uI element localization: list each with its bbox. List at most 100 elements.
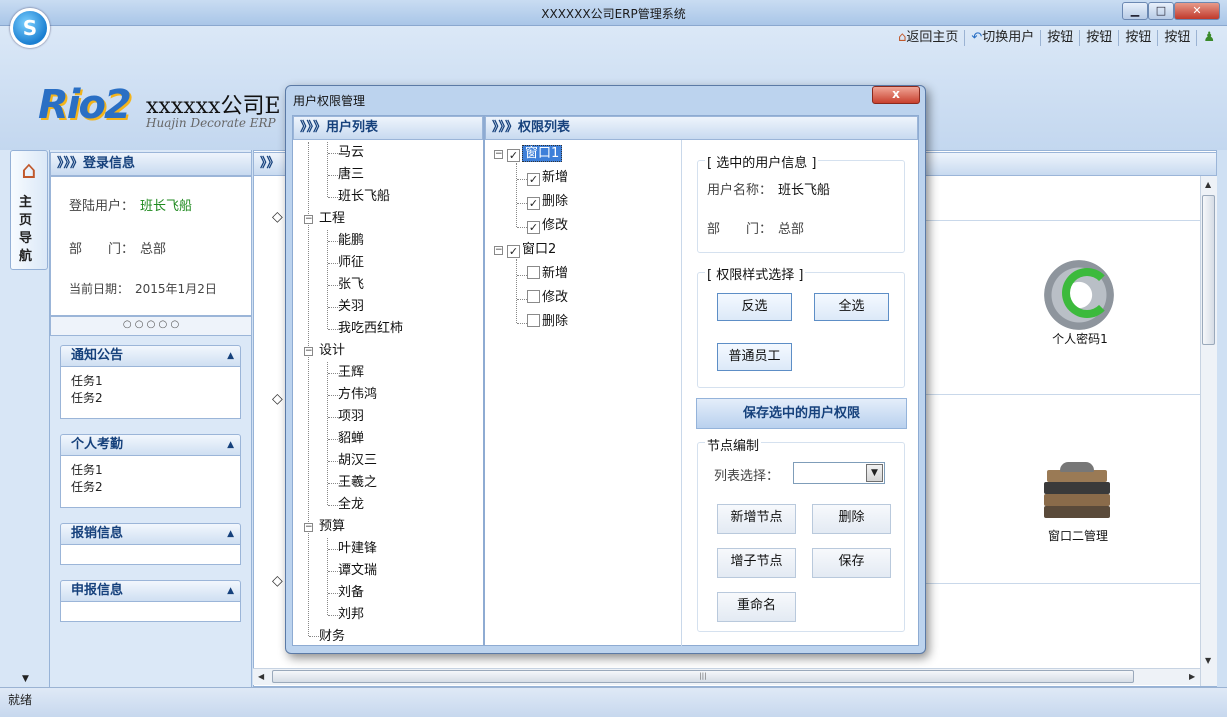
collapse-toggle-icon[interactable]: − bbox=[494, 150, 503, 159]
tree-user-item[interactable]: 师征 bbox=[338, 252, 364, 274]
save-user-permissions-button[interactable]: 保存选中的用户权限 bbox=[696, 398, 907, 429]
tree-user-item[interactable]: 王辉 bbox=[338, 362, 364, 384]
tree-dept-item[interactable]: 设计 bbox=[319, 340, 345, 362]
list-item[interactable]: 任务1 bbox=[71, 373, 230, 390]
collapse-toggle-icon[interactable]: − bbox=[304, 347, 313, 356]
checkbox-unchecked-icon[interactable] bbox=[527, 290, 540, 303]
perm-item[interactable]: 修改 bbox=[527, 287, 568, 309]
toolbar-button-2[interactable]: 按钮 bbox=[1079, 30, 1118, 46]
save-node-button[interactable]: 保存 bbox=[812, 548, 891, 578]
normal-staff-button[interactable]: 普通员工 bbox=[717, 343, 792, 371]
tree-dept-item[interactable]: 财务 bbox=[319, 626, 345, 648]
select-all-button[interactable]: 全选 bbox=[814, 293, 889, 321]
tree-user-item[interactable]: 貂蝉 bbox=[338, 428, 364, 450]
switch-user-button[interactable]: ↶切换用户 bbox=[964, 30, 1040, 46]
tree-user-item[interactable]: 项羽 bbox=[338, 406, 364, 428]
minimize-button[interactable]: ▁ bbox=[1122, 2, 1148, 20]
tree-dept-item[interactable]: 预算 bbox=[319, 516, 345, 538]
tree-user-item[interactable]: 叶建锋 bbox=[338, 538, 377, 560]
checkbox-unchecked-icon[interactable] bbox=[527, 314, 540, 327]
notice-box-header[interactable]: 通知公告 ▲ bbox=[60, 345, 241, 367]
tree-user-item[interactable]: 谭文瑞 bbox=[338, 560, 377, 582]
tree-line bbox=[327, 142, 328, 197]
scroll-down-icon[interactable]: ▼ bbox=[22, 674, 29, 684]
tree-user-item[interactable]: 刘邦 bbox=[338, 604, 364, 626]
title-bar: XXXXXX公司ERP管理系统 bbox=[0, 0, 1227, 26]
checkbox-checked-icon[interactable]: ✓ bbox=[527, 221, 540, 234]
tree-user-item[interactable]: 关羽 bbox=[338, 296, 364, 318]
tree-user-item[interactable]: 我吃西红柿 bbox=[338, 318, 403, 340]
close-window-button[interactable]: ✕ bbox=[1174, 2, 1220, 20]
collapse-icon[interactable]: ▲ bbox=[227, 524, 234, 544]
invert-selection-button[interactable]: 反选 bbox=[717, 293, 792, 321]
rename-node-button[interactable]: 重命名 bbox=[717, 592, 796, 622]
login-dept-row: 部 门： 总部 bbox=[69, 242, 167, 257]
collapse-toggle-icon[interactable]: − bbox=[494, 246, 503, 255]
collapse-icon[interactable]: ▲ bbox=[227, 346, 234, 366]
delete-node-button[interactable]: 删除 bbox=[812, 504, 891, 534]
checkbox-checked-icon[interactable]: ✓ bbox=[507, 149, 520, 162]
tree-user-item[interactable]: 方伟鸿 bbox=[338, 384, 377, 406]
house-icon: ⌂ bbox=[21, 156, 37, 184]
tree-user-item[interactable]: 能鹏 bbox=[338, 230, 364, 252]
collapse-icon[interactable]: ▲ bbox=[227, 435, 234, 455]
tree-user-item[interactable]: 刘备 bbox=[338, 582, 364, 604]
vertical-scroll-thumb[interactable] bbox=[1202, 195, 1215, 345]
checkbox-checked-icon[interactable]: ✓ bbox=[507, 245, 520, 258]
tree-user-item[interactable]: 班长飞船 bbox=[338, 186, 390, 208]
toolbar-button-3[interactable]: 按钮 bbox=[1118, 30, 1157, 46]
horizontal-scroll-thumb[interactable]: ||| bbox=[272, 670, 1134, 683]
checkbox-checked-icon[interactable]: ✓ bbox=[527, 197, 540, 210]
add-node-button[interactable]: 新增节点 bbox=[717, 504, 796, 534]
collapse-icon[interactable]: ▲ bbox=[227, 581, 234, 601]
maximize-button[interactable]: □ bbox=[1148, 2, 1174, 20]
toolbar-button-4[interactable]: 按钮 bbox=[1157, 30, 1196, 46]
list-item[interactable]: 任务1 bbox=[71, 462, 230, 479]
app-logo-icon[interactable]: S bbox=[10, 8, 50, 48]
list-item[interactable]: 任务2 bbox=[71, 479, 230, 496]
scroll-right-icon[interactable]: ▶ bbox=[1189, 672, 1195, 681]
scroll-down-icon[interactable]: ▼ bbox=[1205, 656, 1211, 665]
window2-manage-label[interactable]: 窗口二管理 bbox=[1038, 527, 1118, 544]
toolbar-button-1[interactable]: 按钮 bbox=[1040, 30, 1079, 46]
tree-user-item[interactable]: 王羲之 bbox=[338, 472, 377, 494]
panel-splitter[interactable]: ○ ○ ○ ○ ○ bbox=[50, 316, 252, 336]
selected-user-dept-row: 部 门： 总部 bbox=[707, 222, 805, 237]
add-child-node-button[interactable]: 增子节点 bbox=[717, 548, 796, 578]
perm-item[interactable]: ✓ 删除 bbox=[527, 191, 568, 213]
tree-user-item[interactable]: 张飞 bbox=[338, 274, 364, 296]
chevron-down-icon[interactable]: ▼ bbox=[866, 464, 883, 482]
perm-window-item[interactable]: ✓ 窗口2 bbox=[507, 239, 556, 261]
scroll-left-icon[interactable]: ◀ bbox=[258, 672, 264, 681]
perm-item[interactable]: 删除 bbox=[527, 311, 568, 333]
checkbox-unchecked-icon[interactable] bbox=[527, 266, 540, 279]
personal-password-label[interactable]: 个人密码1 bbox=[1040, 330, 1120, 347]
collapse-toggle-icon[interactable]: − bbox=[304, 215, 313, 224]
list-item[interactable]: 任务2 bbox=[71, 390, 230, 407]
tree-user-item[interactable]: 唐三 bbox=[338, 164, 364, 186]
books-icon[interactable] bbox=[1044, 462, 1114, 522]
dialog-close-button[interactable]: x bbox=[872, 86, 920, 104]
perm-item[interactable]: 新增 bbox=[527, 263, 568, 285]
tree-user-item[interactable]: 胡汉三 bbox=[338, 450, 377, 472]
reimbursement-box-header[interactable]: 报销信息 ▲ bbox=[60, 523, 241, 545]
perm-item[interactable]: ✓ 新增 bbox=[527, 167, 568, 189]
declaration-box-header[interactable]: 申报信息 ▲ bbox=[60, 580, 241, 602]
tree-dept-item[interactable]: 工程 bbox=[319, 208, 345, 230]
scroll-up-icon[interactable]: ▲ bbox=[1205, 180, 1211, 189]
rio2-logo: Rio2 bbox=[38, 82, 132, 128]
tree-user-item[interactable]: 全龙 bbox=[338, 494, 364, 516]
selected-user-name: 班长飞船 bbox=[778, 183, 831, 198]
book-shape bbox=[1044, 506, 1110, 518]
tree-user-item[interactable]: 马云 bbox=[338, 142, 364, 164]
users-icon[interactable]: ♟ bbox=[1196, 30, 1221, 46]
home-button[interactable]: ⌂返回主页 bbox=[892, 30, 964, 46]
checkbox-checked-icon[interactable]: ✓ bbox=[527, 173, 540, 186]
window-title: XXXXXX公司ERP管理系统 bbox=[541, 7, 686, 21]
perm-item[interactable]: ✓ 修改 bbox=[527, 215, 568, 237]
panel-divider bbox=[483, 116, 485, 646]
attendance-box-header[interactable]: 个人考勤 ▲ bbox=[60, 434, 241, 456]
collapse-toggle-icon[interactable]: − bbox=[304, 523, 313, 532]
undo-arrow-icon: ↶ bbox=[971, 30, 983, 45]
perm-window-item[interactable]: ✓ 窗口1 bbox=[507, 143, 563, 165]
